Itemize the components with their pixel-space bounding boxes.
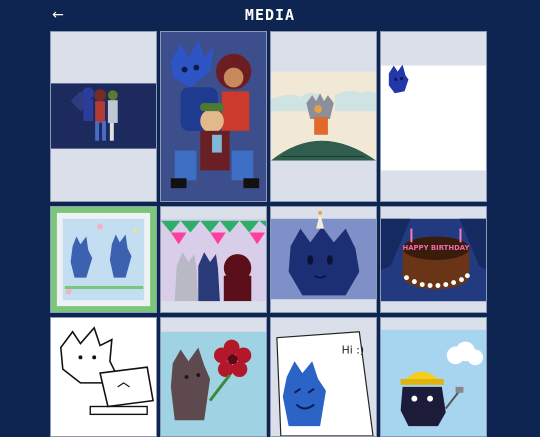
- media-thumbnail-5[interactable]: [50, 206, 157, 313]
- media-thumbnail-12[interactable]: [380, 317, 487, 437]
- media-thumbnail-9[interactable]: [50, 317, 157, 437]
- birthday-cake-image: HAPPY BIRTHDAY: [381, 207, 486, 312]
- media-grid: HAPPY BIRTHDAY Hi:): [50, 31, 490, 437]
- small-cat-sketch-image: [381, 32, 486, 201]
- trio-drawing-image: [161, 32, 266, 201]
- media-thumbnail-2[interactable]: [160, 31, 267, 202]
- cats-stamp-image: [51, 207, 156, 312]
- party-trio-image: [161, 207, 266, 312]
- media-thumbnail-11[interactable]: Hi :): [270, 317, 377, 437]
- media-thumbnail-7[interactable]: [270, 206, 377, 313]
- media-thumbnail-8[interactable]: HAPPY BIRTHDAY: [380, 206, 487, 313]
- media-thumbnail-1[interactable]: [50, 31, 157, 202]
- cake-text: HAPPY BIRTHDAY: [402, 244, 470, 252]
- party-hat-cat-image: [271, 207, 376, 312]
- hi-text: Hi :): [342, 343, 364, 356]
- media-thumbnail-4[interactable]: [380, 31, 487, 202]
- media-thumbnail-3[interactable]: [270, 31, 377, 202]
- laptop-cat-sketch-image: [51, 318, 156, 436]
- group-photo-image: [51, 32, 156, 201]
- media-thumbnail-6[interactable]: [160, 206, 267, 313]
- flower-cat-image: [161, 318, 266, 436]
- page-title: MEDIA: [244, 6, 296, 24]
- hi-cat-image: Hi :): [271, 318, 376, 436]
- top-bar: ← MEDIA: [0, 0, 540, 30]
- media-thumbnail-10[interactable]: [160, 317, 267, 437]
- landscape-drawing-image: [271, 32, 376, 201]
- hardhat-cat-image: [381, 318, 486, 436]
